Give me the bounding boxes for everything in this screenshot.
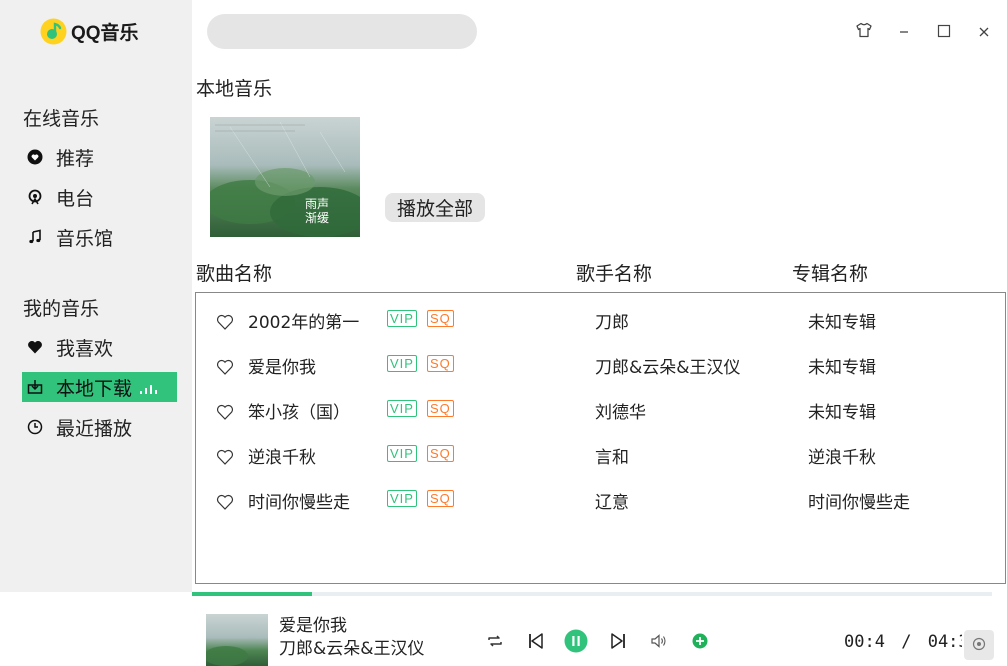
- song-name: 时间你慢些走: [248, 493, 350, 513]
- sidebar-item-label: 我喜欢: [56, 337, 114, 360]
- vip-tag: VIP: [387, 490, 417, 507]
- maximize-icon: [937, 23, 951, 42]
- sidebar-item-recent[interactable]: 最近播放: [22, 412, 177, 442]
- sidebar-item-label: 最近播放: [56, 417, 133, 440]
- now-playing-artist[interactable]: 刀郎&云朵&王汉仪: [279, 634, 425, 659]
- play-all-button[interactable]: 播放全部: [385, 193, 485, 222]
- pause-icon: [564, 629, 588, 657]
- song-name: 2002年的第一: [248, 313, 360, 333]
- download-icon: [24, 376, 46, 398]
- song-row[interactable]: 逆浪千秋 VIP SQ 言和 逆浪千秋: [196, 430, 1005, 475]
- sidebar-item-music-hall[interactable]: 音乐馆: [22, 222, 177, 252]
- column-header-artist: 歌手名称: [576, 263, 653, 285]
- skin-button[interactable]: [854, 22, 874, 42]
- sidebar-item-radio[interactable]: 电台: [22, 182, 177, 212]
- song-row[interactable]: 时间你慢些走 VIP SQ 辽意 时间你慢些走: [196, 475, 1005, 520]
- heart-outline-icon[interactable]: [216, 448, 234, 466]
- song-artist[interactable]: 刀郎: [595, 308, 629, 333]
- sidebar-item-local-download[interactable]: 本地下载: [22, 372, 177, 402]
- radio-icon: [24, 186, 46, 208]
- heart-outline-icon[interactable]: [216, 358, 234, 376]
- song-row[interactable]: 笨小孩（国） VIP SQ 刘德华 未知专辑: [196, 385, 1005, 430]
- sidebar-item-label: 电台: [56, 187, 95, 210]
- song-name: 逆浪千秋: [248, 448, 316, 468]
- total-time: 04:3: [927, 632, 962, 652]
- sidebar-item-favorites[interactable]: 我喜欢: [22, 332, 177, 362]
- volume-button[interactable]: [648, 632, 670, 654]
- sidebar: QQ音乐 在线音乐 推荐 电台 音乐馆 我的音乐 我喜欢 本地下载 最近播放: [0, 0, 192, 592]
- song-list: 2002年的第一 VIP SQ 刀郎 未知专辑 爱是你我 VIP SQ 刀郎&云…: [195, 292, 1006, 584]
- sq-tag: SQ: [427, 310, 454, 327]
- playback-time: 00:4 / 04:3: [844, 632, 962, 652]
- vip-tag: VIP: [387, 400, 417, 417]
- column-header-song: 歌曲名称: [196, 263, 273, 285]
- sq-tag: SQ: [427, 445, 454, 462]
- skip-previous-icon: [527, 632, 545, 654]
- song-album[interactable]: 逆浪千秋: [808, 443, 876, 468]
- song-artist[interactable]: 刘德华: [595, 398, 646, 423]
- song-album[interactable]: 时间你慢些走: [808, 488, 910, 513]
- heart-outline-icon[interactable]: [216, 313, 234, 331]
- now-playing-cover[interactable]: [206, 614, 268, 666]
- recommend-icon: [24, 146, 46, 168]
- music-note-icon: [24, 226, 46, 248]
- song-album[interactable]: 未知专辑: [808, 353, 876, 378]
- cover-text: 雨声 渐缓: [305, 197, 330, 225]
- logo-text: QQ音乐: [71, 22, 139, 44]
- heart-outline-icon[interactable]: [216, 403, 234, 421]
- album-cover[interactable]: 雨声 渐缓: [210, 117, 360, 237]
- clock-icon: [24, 416, 46, 438]
- vip-tag: VIP: [387, 310, 417, 327]
- sidebar-item-label: 音乐馆: [56, 227, 114, 250]
- sidebar-item-recommend[interactable]: 推荐: [22, 142, 177, 172]
- add-to-playlist-button[interactable]: [689, 632, 711, 654]
- song-artist[interactable]: 辽意: [595, 488, 629, 513]
- plus-circle-icon: [692, 633, 708, 653]
- pause-button[interactable]: [564, 629, 588, 657]
- mini-mode-button[interactable]: [964, 630, 994, 660]
- song-artist[interactable]: 言和: [595, 443, 629, 468]
- time-separator: /: [901, 632, 912, 652]
- minimize-button[interactable]: [894, 22, 914, 42]
- playing-indicator-icon: [140, 380, 158, 394]
- loop-mode-button[interactable]: [484, 632, 506, 654]
- song-name: 笨小孩（国）: [248, 403, 350, 423]
- close-icon: [978, 23, 990, 42]
- now-playing-title: 爱是你我: [279, 616, 347, 636]
- maximize-button[interactable]: [934, 22, 954, 42]
- app-logo[interactable]: QQ音乐: [40, 16, 139, 46]
- player-bar: 爱是你我 刀郎&云朵&王汉仪 00:4 / 04:3: [192, 596, 1007, 666]
- heart-outline-icon[interactable]: [216, 493, 234, 511]
- online-music-title: 在线音乐: [23, 108, 100, 130]
- sq-tag: SQ: [427, 355, 454, 372]
- sq-tag: SQ: [427, 400, 454, 417]
- vip-tag: VIP: [387, 355, 417, 372]
- next-button[interactable]: [607, 632, 629, 654]
- sidebar-item-label: 推荐: [56, 147, 95, 170]
- song-row[interactable]: 2002年的第一 VIP SQ 刀郎 未知专辑: [196, 295, 1005, 340]
- song-name: 爱是你我: [248, 358, 316, 378]
- sidebar-item-label: 本地下载: [56, 377, 133, 400]
- shirt-icon: [855, 22, 873, 42]
- qq-music-logo-icon: [40, 18, 67, 45]
- my-music-title: 我的音乐: [23, 298, 100, 320]
- current-time: 00:4: [844, 632, 885, 652]
- song-album[interactable]: 未知专辑: [808, 398, 876, 423]
- minimize-icon: [898, 23, 910, 42]
- mini-player-icon: [972, 636, 986, 655]
- repeat-icon: [486, 633, 504, 653]
- heart-icon: [24, 336, 46, 358]
- close-button[interactable]: [974, 22, 994, 42]
- page-title: 本地音乐: [196, 78, 273, 100]
- song-album[interactable]: 未知专辑: [808, 308, 876, 333]
- skip-next-icon: [609, 632, 627, 654]
- vip-tag: VIP: [387, 445, 417, 462]
- previous-button[interactable]: [525, 632, 547, 654]
- volume-icon: [650, 633, 668, 653]
- search-input[interactable]: [207, 14, 477, 49]
- column-header-album: 专辑名称: [792, 263, 869, 285]
- sq-tag: SQ: [427, 490, 454, 507]
- song-artist[interactable]: 刀郎&云朵&王汉仪: [595, 353, 741, 378]
- song-row[interactable]: 爱是你我 VIP SQ 刀郎&云朵&王汉仪 未知专辑: [196, 340, 1005, 385]
